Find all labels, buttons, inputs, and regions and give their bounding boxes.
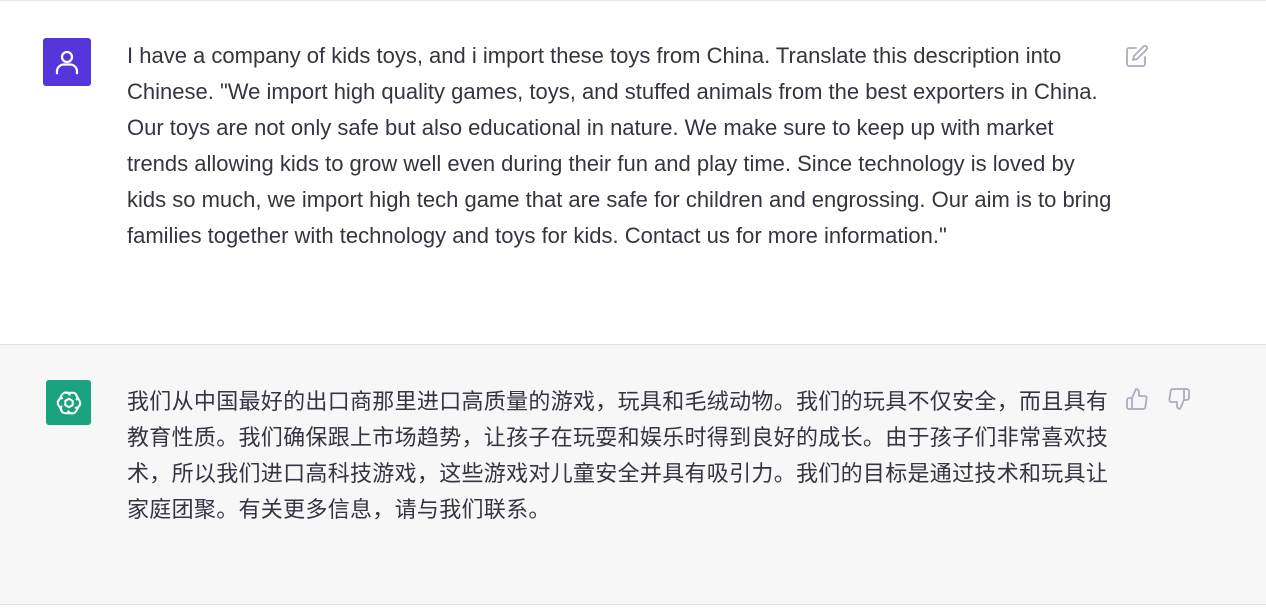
assistant-message-text: 我们从中国最好的出口商那里进口高质量的游戏，玩具和毛绒动物。我们的玩具不仅安全，… (127, 390, 1109, 523)
edit-message-button[interactable] (1124, 43, 1150, 69)
edit-icon (1125, 44, 1149, 68)
user-message-text: I have a company of kids toys, and i imp… (127, 43, 1112, 248)
openai-logo-icon (52, 386, 86, 420)
assistant-avatar (46, 380, 91, 425)
user-icon (52, 47, 82, 77)
thumbs-down-icon (1167, 387, 1191, 411)
thumbs-down-button[interactable] (1166, 386, 1192, 412)
user-avatar (43, 38, 91, 86)
thumbs-up-button[interactable] (1124, 386, 1150, 412)
assistant-message-row: 我们从中国最好的出口商那里进口高质量的游戏，玩具和毛绒动物。我们的玩具不仅安全，… (0, 345, 1266, 605)
user-message-row: I have a company of kids toys, and i imp… (0, 0, 1266, 345)
thumbs-up-icon (1125, 387, 1149, 411)
